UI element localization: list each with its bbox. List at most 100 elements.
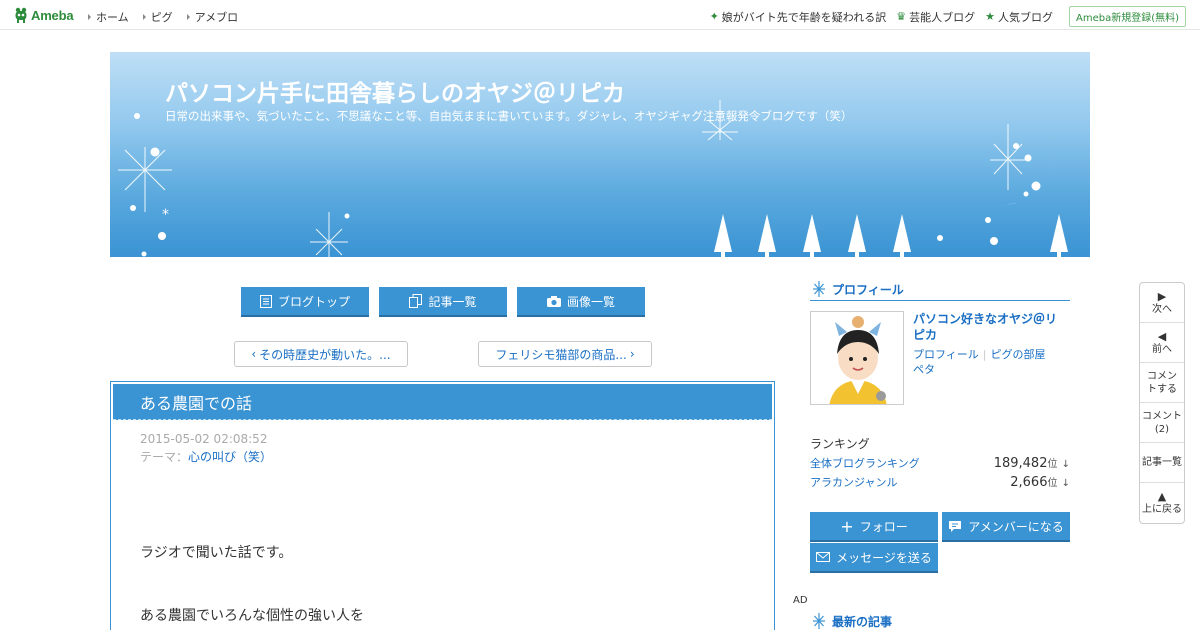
back-to-top-button[interactable]: ▲ 上に戻る [1140,483,1184,523]
featured-link-label: 娘がバイト先で年齢を疑われる訳 [721,10,887,24]
recent-entries-label: 最新の記事 [832,615,893,629]
trend-down-icon: ↓ [1061,459,1070,470]
top-right-links: ✦ 娘がバイト先で年齢を疑われる訳 ♛ 芸能人ブログ ★ 人気ブログ Ameba新規登… [710,6,1186,27]
ranking-unit: 位 [1047,478,1058,489]
blog-top-label: ブログトップ [277,294,350,309]
floating-nav: ▶ 次へ ◀ 前へ コメントする コメント (2) 記事一覧 ▲ 上に戻る [1139,282,1185,524]
entry-list-float-button[interactable]: 記事一覧 [1140,443,1184,483]
register-button[interactable]: Ameba新規登録(無料) [1068,6,1186,27]
blog-description: 日常の出来事や、気づいたこと、不思議なこと等、自由気ままに書いています。ダジャレ… [165,109,853,123]
featured-link[interactable]: ✦ 娘がバイト先で年齢を疑われる訳 [710,9,887,25]
svg-text:*: * [162,207,169,223]
amember-label: アメンバーになる [968,519,1064,534]
plus-icon: + [840,516,854,536]
next-entry-link[interactable]: フェリシモ猫部の商品... › [478,341,652,367]
sparkle-icon: ✦ [709,10,719,23]
camera-icon [546,295,561,307]
amember-button[interactable]: アメンバーになる [942,512,1070,540]
profile-avatar[interactable] [810,311,904,405]
comments-count: (2) [1154,423,1170,435]
nav-home-label: ホーム [96,11,129,24]
article: ある農園での話 2015-05-02 02:08:52 テーマ：心の叫び（笑） … [110,381,775,630]
comments-button[interactable]: コメント (2) [1140,403,1184,443]
profile-links: プロフィール | ピグの部屋 ペタ [913,347,1070,377]
theme-label: テーマ： [140,450,189,464]
popular-blog-label: 人気ブログ [997,10,1053,24]
ranking-unit: 位 [1047,459,1058,470]
ranking-title: ランキング [810,437,870,451]
ranking-number: 2,666 [1010,475,1048,490]
blog-header-banner[interactable]: * パソコン片手に田舎暮らしのオヤジ＠リピカ 日常の出来事や、気づいたこと、不思… [110,52,1090,257]
chevron-right-icon: › [629,347,635,361]
chevron-left-icon: ‹ [251,347,257,361]
sparkle-icon [813,281,825,297]
sparkle-icon [813,613,825,629]
profile-heading-label: プロフィール [832,283,904,297]
comment-button[interactable]: コメントする [1140,363,1184,403]
global-nav: ホーム ピグ アメブロ [88,9,252,25]
article-theme: テーマ：心の叫び（笑） [140,448,272,465]
play-right-icon: ▶ [1157,289,1167,303]
prev-entry-label: その時歴史が動いた。... [259,347,391,362]
next-button[interactable]: ▶ 次へ [1140,283,1184,323]
arrow-up-icon: ▲ [1157,490,1167,503]
chevron-right-icon [186,14,190,20]
nav-ameblo[interactable]: アメブロ [186,9,239,25]
theme-link[interactable]: 心の叫び（笑） [188,450,272,464]
pigg-room-link[interactable]: ピグの部屋 [991,348,1046,361]
ranking-row: アラカンジャンル 2,666位 ↓ [810,474,1070,490]
article-body-line: ラジオで聞いた話です。 [140,545,293,561]
comment-label: コメントする [1147,370,1177,395]
prev-entry-link[interactable]: ‹ その時歴史が動いた。... [234,341,408,367]
nav-home[interactable]: ホーム [88,9,129,25]
ranking-row: 全体ブログランキング 189,482位 ↓ [810,455,1070,471]
play-left-icon: ◀ [1157,329,1167,343]
avatar-image [811,312,903,404]
article-body-line: ある農園でいろんな個性の強い人を [140,608,364,624]
send-message-label: メッセージを送る [836,550,932,565]
back-to-top-label: 上に戻る [1142,504,1182,515]
trend-down-icon: ↓ [1061,478,1070,489]
follow-label: フォロー [859,519,908,534]
image-list-button[interactable]: 画像一覧 [517,287,645,315]
chevron-right-icon [142,14,146,20]
star-icon: ★ [985,10,995,23]
entry-list-label: 記事一覧 [428,294,477,309]
entry-list-float-label: 記事一覧 [1142,457,1182,468]
envelope-icon [816,552,831,562]
ameba-logo[interactable]: Ameba [14,7,74,23]
next-entry-label: フェリシモ猫部の商品... [495,347,627,362]
peta-link[interactable]: ペタ [913,363,935,376]
celebrity-blog-link[interactable]: ♛ 芸能人ブログ [896,9,975,25]
ranking-label[interactable]: アラカンジャンル [810,474,897,490]
blog-title[interactable]: パソコン片手に田舎暮らしのオヤジ＠リピカ [165,74,625,108]
ranking-value: 189,482位 ↓ [994,455,1070,471]
prev-button[interactable]: ◀ 前へ [1140,323,1184,363]
blog-top-button[interactable]: ブログトップ [241,287,369,315]
link-separator: | [982,348,987,361]
send-message-button[interactable]: メッセージを送る [810,543,938,571]
entry-list-button[interactable]: 記事一覧 [379,287,507,315]
nav-pigg[interactable]: ピグ [142,9,173,25]
image-list-label: 画像一覧 [566,294,615,309]
comments-label: コメント [1142,410,1182,422]
profile-name[interactable]: パソコン好きなオヤジ＠リピカ [913,311,1068,343]
document-icon [259,294,272,308]
nav-pigg-label: ピグ [150,11,173,24]
ranking-value: 2,666位 ↓ [1010,474,1070,490]
nav-ameblo-label: アメブロ [194,11,239,24]
article-title[interactable]: ある農園での話 [113,384,772,420]
crown-icon: ♛ [896,10,907,23]
popular-blog-link[interactable]: ★ 人気ブログ [985,9,1053,25]
celebrity-blog-label: 芸能人ブログ [909,10,976,24]
article-date: 2015-05-02 02:08:52 [140,432,268,446]
ranking-label[interactable]: 全体ブログランキング [810,455,920,471]
ranking-number: 189,482 [993,456,1048,471]
follow-button[interactable]: + フォロー [810,512,938,540]
profile-link[interactable]: プロフィール [913,348,979,361]
ameba-logo-icon [15,7,27,23]
ad-label: AD [793,595,808,606]
blog-menu: ブログトップ 記事一覧 画像一覧 [241,287,655,315]
profile-heading: プロフィール [810,281,1070,301]
top-bar: Ameba ホーム ピグ アメブロ ✦ 娘がバイト先で年齢を疑われる訳 ♛ 芸能人ブ… [0,0,1200,30]
